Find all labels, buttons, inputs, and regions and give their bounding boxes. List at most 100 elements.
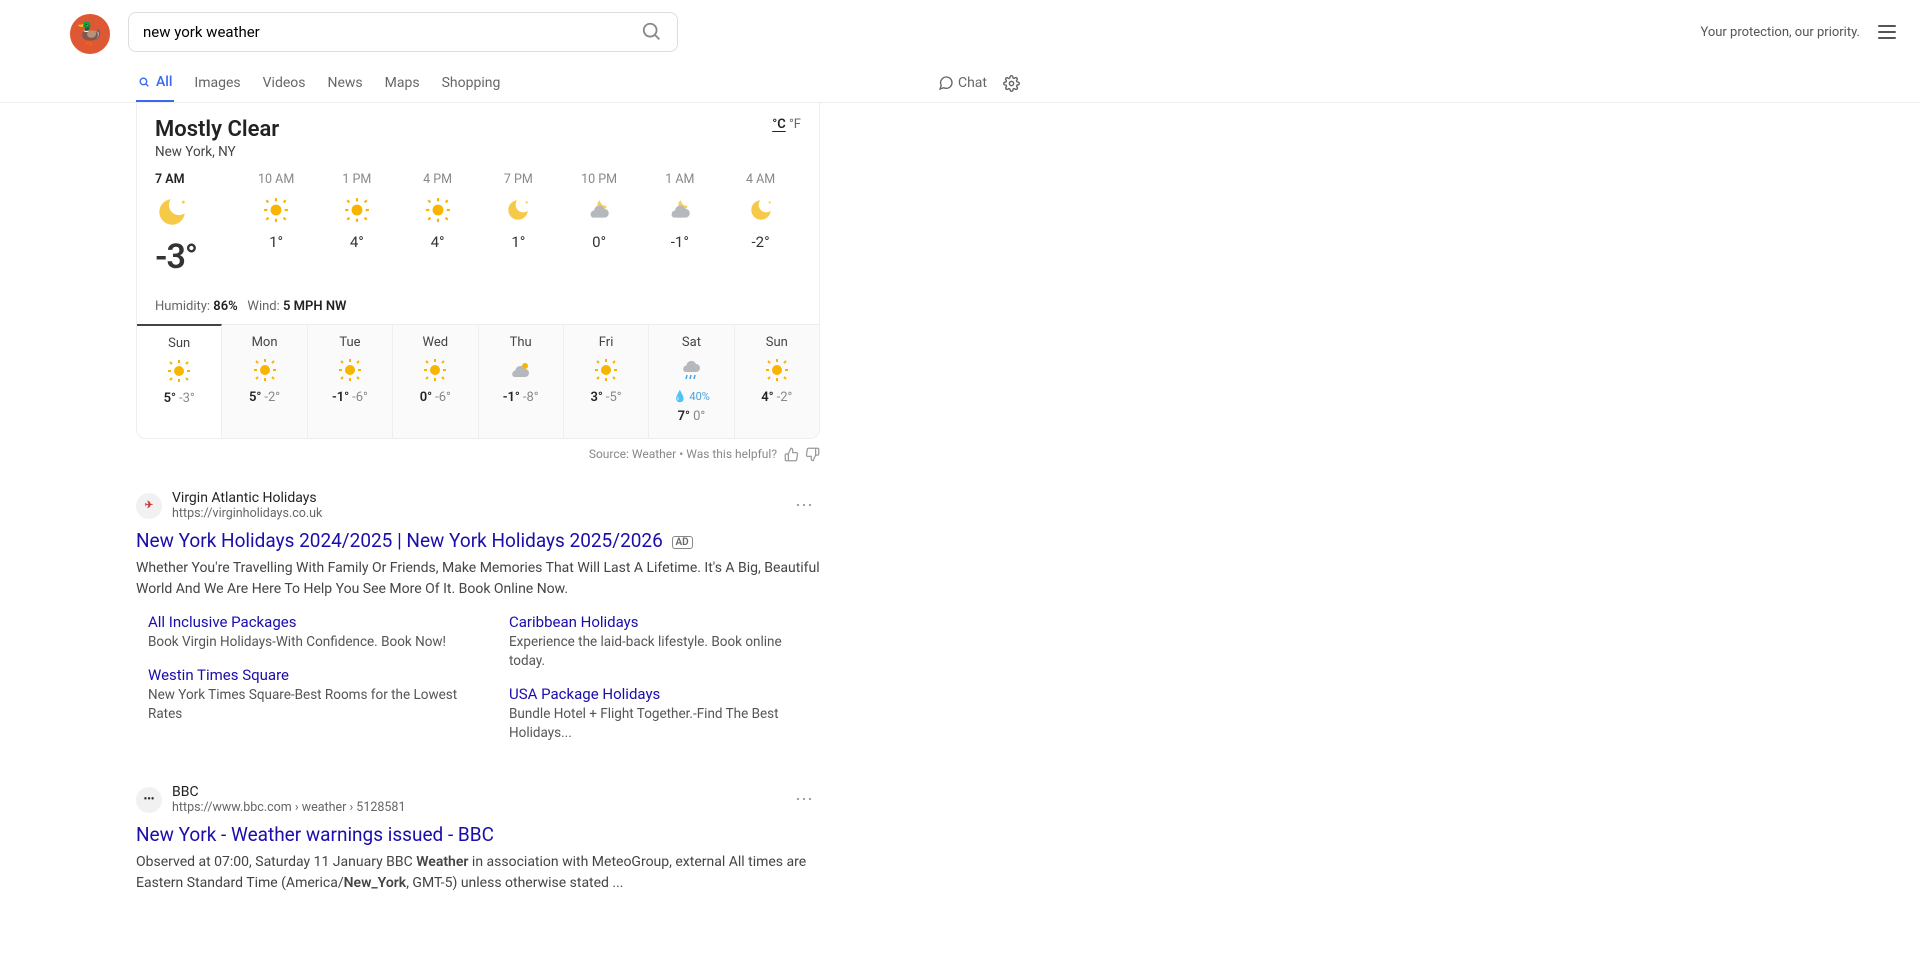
tab-maps[interactable]: Maps bbox=[383, 65, 422, 101]
hourly-temp: 4° bbox=[317, 233, 398, 251]
tab-videos[interactable]: Videos bbox=[261, 65, 308, 101]
weather-icon bbox=[509, 358, 533, 382]
hourly-temp: -3° bbox=[155, 237, 236, 277]
weather-location: New York, NY bbox=[155, 144, 279, 160]
hourly-forecast: 7 AM -3°10 AM 1°1 PM 4°4 PM 4°7 PM 1°10 … bbox=[155, 172, 801, 277]
duck-icon: 🦆 bbox=[76, 22, 103, 47]
hourly-time: 10 PM bbox=[559, 172, 640, 187]
weather-icon bbox=[594, 358, 618, 382]
daily-col[interactable]: Sun 5°-3° bbox=[137, 324, 222, 438]
thumbs-down-icon[interactable] bbox=[805, 447, 820, 462]
daily-temps: 5°-2° bbox=[222, 390, 306, 405]
sitelink: Caribbean Holidays Experience the laid-b… bbox=[509, 613, 820, 671]
daily-day: Fri bbox=[564, 335, 648, 350]
settings-icon[interactable] bbox=[1003, 75, 1020, 92]
unit-f[interactable]: °F bbox=[789, 117, 801, 132]
thumbs-up-icon[interactable] bbox=[784, 447, 799, 462]
site-name: BBC bbox=[172, 784, 405, 800]
daily-col[interactable]: Fri 3°-5° bbox=[564, 325, 649, 438]
sitelink-title[interactable]: Caribbean Holidays bbox=[509, 613, 820, 631]
hourly-temp: 0° bbox=[559, 233, 640, 251]
hourly-col: 10 AM 1° bbox=[236, 172, 317, 277]
unit-toggle[interactable]: °C °F bbox=[772, 117, 801, 132]
chat-button[interactable]: Chat bbox=[938, 75, 987, 91]
result-menu-icon[interactable]: ⋯ bbox=[795, 789, 814, 810]
hourly-col: 1 AM -1° bbox=[640, 172, 721, 277]
tab-all-label: All bbox=[156, 74, 172, 90]
menu-icon[interactable] bbox=[1878, 25, 1896, 39]
result-title[interactable]: New York Holidays 2024/2025 | New York H… bbox=[136, 529, 820, 552]
hourly-time: 7 AM bbox=[155, 172, 236, 187]
tab-news[interactable]: News bbox=[326, 65, 365, 101]
weather-icon bbox=[263, 197, 289, 223]
tagline: Your protection, our priority. bbox=[1700, 25, 1860, 40]
hourly-temp: 1° bbox=[236, 233, 317, 251]
result-desc: Whether You're Travelling With Family Or… bbox=[136, 558, 820, 599]
search-icon[interactable] bbox=[641, 21, 663, 43]
weather-icon bbox=[423, 358, 447, 382]
daily-col[interactable]: Wed 0°-6° bbox=[393, 325, 478, 438]
tab-all[interactable]: All bbox=[136, 64, 174, 102]
sitelink: USA Package Holidays Bundle Hotel + Flig… bbox=[509, 685, 820, 743]
weather-icon bbox=[253, 358, 277, 382]
weather-icon bbox=[748, 197, 774, 223]
weather-meta: Humidity: 86% Wind: 5 MPH NW bbox=[155, 299, 801, 314]
weather-icon bbox=[155, 195, 189, 229]
daily-col[interactable]: Sun 4°-2° bbox=[735, 325, 819, 438]
result-desc: Observed at 07:00, Saturday 11 January B… bbox=[136, 852, 820, 893]
main-content: Mostly Clear New York, NY °C °F 7 AM -3°… bbox=[0, 102, 820, 933]
weather-source: Source: Weather • Was this helpful? bbox=[136, 447, 820, 462]
daily-col[interactable]: Tue -1°-6° bbox=[308, 325, 393, 438]
hourly-temp: -1° bbox=[640, 233, 721, 251]
daily-day: Tue bbox=[308, 335, 392, 350]
daily-col[interactable]: Sat 💧 40% 7°0° bbox=[649, 325, 734, 438]
sitelink-desc: Book Virgin Holidays-With Confidence. Bo… bbox=[148, 633, 459, 652]
weather-icon bbox=[667, 197, 693, 223]
weather-condition: Mostly Clear bbox=[155, 117, 279, 142]
result-menu-icon[interactable]: ⋯ bbox=[795, 495, 814, 516]
hourly-temp: 1° bbox=[478, 233, 559, 251]
daily-col[interactable]: Mon 5°-2° bbox=[222, 325, 307, 438]
hourly-temp: -2° bbox=[720, 233, 801, 251]
daily-temps: 5°-3° bbox=[137, 391, 221, 406]
weather-icon bbox=[338, 358, 362, 382]
daily-temps: -1°-6° bbox=[308, 390, 392, 405]
chat-icon bbox=[938, 75, 954, 91]
search-box[interactable] bbox=[128, 12, 678, 52]
site-favicon: ✈ bbox=[136, 493, 162, 519]
weather-icon bbox=[765, 358, 789, 382]
sitelink-desc: New York Times Square-Best Rooms for the… bbox=[148, 686, 459, 724]
daily-day: Mon bbox=[222, 335, 306, 350]
tab-shopping[interactable]: Shopping bbox=[440, 65, 503, 101]
unit-c[interactable]: °C bbox=[772, 117, 786, 132]
hourly-time: 1 AM bbox=[640, 172, 721, 187]
search-small-icon bbox=[138, 76, 151, 89]
hourly-col: 4 AM -2° bbox=[720, 172, 801, 277]
hourly-time: 4 PM bbox=[397, 172, 478, 187]
header: Your protection, our priority. bbox=[0, 0, 1920, 64]
hourly-time: 10 AM bbox=[236, 172, 317, 187]
site-logo[interactable]: 🦆 bbox=[70, 14, 110, 54]
daily-day: Wed bbox=[393, 335, 477, 350]
sitelink-title[interactable]: Westin Times Square bbox=[148, 666, 459, 684]
hourly-col: 10 PM 0° bbox=[559, 172, 640, 277]
daily-temps: -1°-8° bbox=[479, 390, 563, 405]
weather-icon bbox=[505, 197, 531, 223]
search-result: ✈ Virgin Atlantic Holidays https://virgi… bbox=[136, 490, 820, 756]
daily-col[interactable]: Thu -1°-8° bbox=[479, 325, 564, 438]
weather-icon bbox=[679, 358, 703, 382]
sitelink-desc: Bundle Hotel + Flight Together.-Find The… bbox=[509, 705, 820, 743]
search-input[interactable] bbox=[143, 23, 641, 41]
sitelink-title[interactable]: USA Package Holidays bbox=[509, 685, 820, 703]
weather-icon bbox=[586, 197, 612, 223]
daily-forecast: Sun 5°-3°Mon 5°-2°Tue -1°-6°Wed 0°-6°Thu… bbox=[137, 324, 819, 438]
tab-images[interactable]: Images bbox=[192, 65, 242, 101]
daily-temps: 3°-5° bbox=[564, 390, 648, 405]
sitelink-title[interactable]: All Inclusive Packages bbox=[148, 613, 459, 631]
sitelink: Westin Times Square New York Times Squar… bbox=[148, 666, 459, 724]
weather-icon bbox=[344, 197, 370, 223]
site-url: https://www.bbc.com › weather › 5128581 bbox=[172, 800, 405, 815]
result-title[interactable]: New York - Weather warnings issued - BBC bbox=[136, 823, 820, 846]
weather-widget: Mostly Clear New York, NY °C °F 7 AM -3°… bbox=[136, 102, 820, 439]
hourly-col: 1 PM 4° bbox=[317, 172, 398, 277]
